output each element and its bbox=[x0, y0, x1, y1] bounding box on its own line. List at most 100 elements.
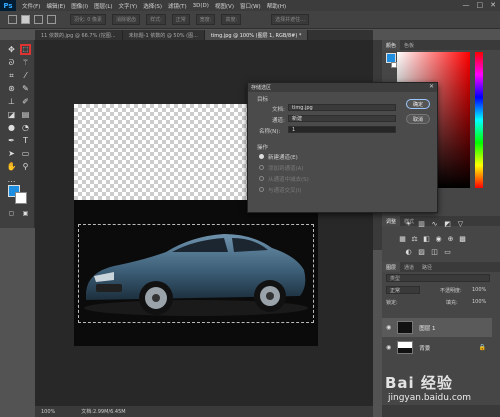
color-balance-icon[interactable]: ⚖ bbox=[410, 235, 419, 243]
curves-icon[interactable]: ∿ bbox=[430, 220, 439, 228]
visibility-eye-icon[interactable]: ◉ bbox=[386, 344, 391, 351]
lasso-tool-icon[interactable]: ᘐ bbox=[6, 57, 17, 68]
history-brush-tool-icon[interactable]: ✐ bbox=[20, 96, 31, 107]
zoom-tool-icon[interactable]: ⚲ bbox=[20, 161, 31, 172]
background-color-swatch[interactable] bbox=[15, 192, 27, 204]
radio-new-channel[interactable] bbox=[259, 154, 264, 159]
opacity-value[interactable]: 100% bbox=[472, 287, 486, 293]
move-tool-icon[interactable]: ✥ bbox=[6, 44, 17, 55]
hand-tool-icon[interactable]: ✋ bbox=[6, 161, 17, 172]
healing-brush-tool-icon[interactable]: ⊛ bbox=[6, 83, 17, 94]
style-select[interactable]: 正常 bbox=[171, 14, 190, 25]
eraser-tool-icon[interactable]: ◪ bbox=[6, 109, 17, 120]
channel-select[interactable]: 新建 bbox=[288, 115, 396, 122]
pen-tool-icon[interactable]: ✒ bbox=[6, 135, 17, 146]
menu-edit[interactable]: 编辑(E) bbox=[46, 2, 65, 10]
width-field[interactable]: 宽度: bbox=[195, 14, 216, 25]
document-select[interactable]: timg.jpg bbox=[288, 104, 396, 111]
eyedropper-tool-icon[interactable]: ⁄ bbox=[20, 70, 31, 81]
posterize-icon[interactable]: ▨ bbox=[417, 248, 426, 256]
add-selection-icon[interactable] bbox=[34, 15, 43, 24]
gradient-map-icon[interactable]: ▭ bbox=[443, 248, 452, 256]
path-selection-tool-icon[interactable]: ➤ bbox=[6, 148, 17, 159]
antialias-checkbox[interactable]: 消除锯齿 bbox=[112, 14, 141, 25]
hue-slider[interactable] bbox=[475, 52, 483, 188]
clone-stamp-tool-icon[interactable]: ⊥ bbox=[6, 96, 17, 107]
tab-color[interactable]: 颜色 bbox=[382, 40, 401, 50]
name-input[interactable]: 1 bbox=[288, 126, 396, 133]
hue-saturation-icon[interactable]: ▦ bbox=[398, 235, 407, 243]
new-selection-icon[interactable] bbox=[21, 15, 30, 24]
feather-field[interactable]: 羽化: 0 像素 bbox=[70, 14, 107, 25]
tab-layers[interactable]: 图层 bbox=[382, 262, 401, 272]
exposure-icon[interactable]: ◩ bbox=[443, 220, 452, 228]
style-label: 样式: bbox=[146, 14, 166, 25]
dodge-tool-icon[interactable]: ◔ bbox=[20, 122, 31, 133]
tab-channels[interactable]: 通道 bbox=[400, 264, 418, 271]
menu-file[interactable]: 文件(F) bbox=[22, 2, 40, 10]
brightness-contrast-icon[interactable]: ☀ bbox=[404, 220, 413, 228]
brush-tool-icon[interactable]: ✎ bbox=[20, 83, 31, 94]
vibrance-icon[interactable]: ▽ bbox=[456, 220, 465, 228]
color-lookup-icon[interactable]: ▩ bbox=[458, 235, 467, 243]
option-intersect-channel[interactable]: 与通道交叉(I) bbox=[268, 186, 301, 194]
tab-document-active[interactable]: timg.jpg @ 100% (图层 1, RGB/8#) * bbox=[204, 30, 309, 40]
rectangle-tool-icon[interactable]: ▭ bbox=[20, 148, 31, 159]
tab-paths[interactable]: 路径 bbox=[418, 264, 436, 271]
threshold-icon[interactable]: ◫ bbox=[430, 248, 439, 256]
maximize-icon[interactable]: □ bbox=[477, 1, 484, 9]
gradient-tool-icon[interactable]: ▤ bbox=[20, 109, 31, 120]
menu-view[interactable]: 视图(V) bbox=[215, 2, 234, 10]
menu-help[interactable]: 帮助(H) bbox=[267, 2, 286, 10]
ok-button[interactable]: 确定 bbox=[406, 99, 430, 109]
minimize-icon[interactable]: — bbox=[463, 1, 470, 9]
tab-swatches[interactable]: 色板 bbox=[400, 42, 418, 49]
cancel-button[interactable]: 取消 bbox=[406, 114, 430, 124]
layer-filter-select[interactable]: 类型 bbox=[386, 274, 490, 282]
rectangular-marquee-tool-icon[interactable]: ⬚ bbox=[20, 44, 31, 55]
menu-filter[interactable]: 滤镜(T) bbox=[168, 2, 187, 10]
layer-row-background[interactable]: ◉ 背景 🔒 bbox=[382, 338, 492, 357]
black-white-icon[interactable]: ◧ bbox=[422, 235, 431, 243]
channel-mixer-icon[interactable]: ⊕ bbox=[446, 235, 455, 243]
layer-row-selected[interactable]: ◉ 图层 1 bbox=[382, 318, 492, 337]
blur-tool-icon[interactable]: ● bbox=[6, 122, 17, 133]
tab-document-1[interactable]: 11 依数的.jpg @ 66.7% (挖图... bbox=[35, 30, 123, 40]
menu-layer[interactable]: 图层(L) bbox=[94, 2, 112, 10]
close-icon[interactable]: ✕ bbox=[490, 1, 496, 9]
radio-subtract-from-channel[interactable] bbox=[259, 176, 264, 181]
menu-window[interactable]: 窗口(W) bbox=[240, 2, 261, 10]
subtract-selection-icon[interactable] bbox=[47, 15, 56, 24]
menu-type[interactable]: 文字(Y) bbox=[119, 2, 138, 10]
more-tools-icon[interactable]: … bbox=[6, 174, 17, 185]
magic-wand-tool-icon[interactable]: ⚚ bbox=[20, 57, 31, 68]
option-new-channel[interactable]: 新建通道(E) bbox=[268, 153, 298, 161]
tab-adjustments[interactable]: 调整 bbox=[382, 216, 401, 226]
type-tool-icon[interactable]: T bbox=[20, 135, 31, 146]
photo-filter-icon[interactable]: ◉ bbox=[434, 235, 443, 243]
crop-tool-icon[interactable]: ⌗ bbox=[6, 70, 17, 81]
option-add-to-channel[interactable]: 添加到通道(A) bbox=[268, 164, 304, 172]
radio-add-to-channel[interactable] bbox=[259, 165, 264, 170]
zoom-level[interactable]: 100% bbox=[41, 409, 55, 415]
select-and-mask-button[interactable]: 选择并遮住... bbox=[271, 14, 309, 25]
layer-name[interactable]: 图层 1 bbox=[419, 324, 435, 332]
screen-mode-icon[interactable]: ▣ bbox=[20, 208, 31, 219]
menu-image[interactable]: 图像(I) bbox=[71, 2, 88, 10]
height-field[interactable]: 高度: bbox=[221, 14, 242, 25]
radio-intersect-channel[interactable] bbox=[259, 187, 264, 192]
visibility-eye-icon[interactable]: ◉ bbox=[386, 324, 391, 331]
layer-name[interactable]: 背景 bbox=[419, 344, 430, 352]
dialog-close-icon[interactable]: ✕ bbox=[429, 83, 434, 90]
quick-mask-icon[interactable]: ▢ bbox=[6, 208, 17, 219]
invert-icon[interactable]: ◐ bbox=[404, 248, 413, 256]
fill-value[interactable]: 100% bbox=[472, 299, 486, 305]
marquee-preset-icon[interactable] bbox=[8, 15, 17, 24]
tab-document-2[interactable]: 未标题-1 依数的 @ 50% (图... bbox=[123, 30, 205, 40]
menu-3d[interactable]: 3D(D) bbox=[193, 3, 209, 9]
blend-mode-select[interactable]: 正常 bbox=[386, 286, 420, 294]
save-selection-dialog: 存储选区 ✕ 目标 文档: timg.jpg 通道: 新建 名称(N): 1 操… bbox=[247, 82, 438, 213]
menu-select[interactable]: 选择(S) bbox=[143, 2, 162, 10]
option-subtract-from-channel[interactable]: 从通道中减去(S) bbox=[268, 175, 309, 183]
levels-icon[interactable]: ▥ bbox=[417, 220, 426, 228]
